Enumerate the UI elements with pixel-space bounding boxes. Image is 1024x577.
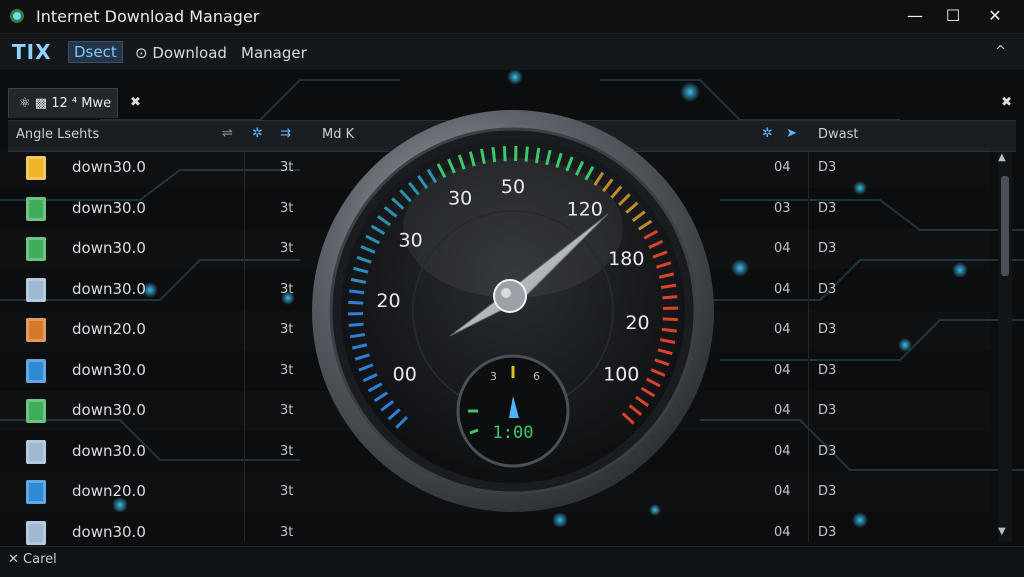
gauge-tick (504, 146, 505, 161)
file-name: down20.0 (72, 320, 146, 338)
sub-dial-label: 6 (533, 370, 540, 383)
gauge-tick (493, 147, 495, 162)
cell-size: 3t (280, 322, 293, 337)
cell-status: 03 (774, 201, 791, 216)
panel-close-icon[interactable]: ✖ (1001, 95, 1012, 110)
maximize-button[interactable]: ☐ (934, 2, 972, 30)
file-icon (26, 440, 46, 464)
cell-type: D3 (818, 241, 836, 256)
file-name: down30.0 (72, 199, 146, 217)
pin-icon[interactable]: ➤ (786, 126, 797, 141)
file-name: down30.0 (72, 442, 146, 460)
cell-type: D3 (818, 201, 836, 216)
minimize-button[interactable]: — (896, 2, 934, 30)
filter-icon[interactable]: ⇉ (280, 126, 291, 141)
digital-readout: 1:00 (493, 423, 534, 443)
tab-downloads[interactable]: ⚛ ▩ 12 ⁴ Mwe (8, 88, 118, 118)
menu-item-download-label: Download (152, 44, 227, 62)
clock-icon: ⊙ (135, 44, 152, 62)
file-icon (26, 318, 46, 342)
app-logo-icon (9, 8, 25, 24)
file-name: down30.0 (72, 361, 146, 379)
gauge-label: 30 (448, 188, 472, 210)
cell-size: 3t (280, 282, 293, 297)
cell-size: 3t (280, 241, 293, 256)
app-logo: TIX (12, 40, 52, 64)
window-title: Internet Download Manager (36, 7, 259, 26)
cell-status: 04 (774, 484, 791, 499)
file-name: down30.0 (72, 523, 146, 541)
gauge-tick (526, 147, 527, 162)
file-icon (26, 197, 46, 221)
cell-status: 04 (774, 282, 791, 297)
cell-type: D3 (818, 160, 836, 175)
sort-icon[interactable]: ⇌ (222, 126, 233, 141)
cell-type: D3 (818, 363, 836, 378)
cell-status: 04 (774, 525, 791, 540)
cell-status: 04 (774, 403, 791, 418)
gauge-tick (663, 319, 678, 320)
settings-icon[interactable]: ✲ (252, 126, 263, 141)
status-bar (0, 546, 1024, 577)
scroll-up-icon[interactable]: ▲ (998, 152, 1006, 163)
menu-item-download[interactable]: ⊙ Download (135, 44, 227, 62)
cell-size: 3t (280, 444, 293, 459)
gear-icon[interactable]: ✲ (762, 126, 773, 141)
file-name: down30.0 (72, 401, 146, 419)
file-name: down30.0 (72, 280, 146, 298)
cell-status: 04 (774, 444, 791, 459)
gauge-label: 00 (393, 364, 417, 386)
file-icon (26, 399, 46, 423)
gauge-tick (662, 297, 677, 298)
column-name[interactable]: Angle Lsehts (16, 127, 99, 142)
cell-type: D3 (818, 484, 836, 499)
cell-size: 3t (280, 525, 293, 540)
cell-type: D3 (818, 403, 836, 418)
sub-dial-label: 3 (490, 370, 497, 383)
cell-type: D3 (818, 322, 836, 337)
file-icon (26, 156, 46, 180)
speed-gauge: 00 20 30 30 50 120 180 20 100 3 6 1:00 (310, 108, 716, 514)
gauge-tick (349, 324, 364, 325)
gauge-label: 20 (376, 290, 400, 312)
cell-size: 3t (280, 363, 293, 378)
scrollbar-thumb[interactable] (1001, 176, 1009, 276)
column-type[interactable]: Dwast (818, 127, 858, 142)
file-name: down20.0 (72, 482, 146, 500)
menu-item-dsect[interactable]: Dsect (68, 41, 123, 63)
file-icon (26, 278, 46, 302)
cell-type: D3 (818, 525, 836, 540)
file-icon (26, 480, 46, 504)
cell-status: 04 (774, 322, 791, 337)
gauge-label: 120 (567, 199, 603, 221)
file-icon (26, 359, 46, 383)
gauge-label: 20 (625, 312, 649, 334)
cell-size: 3t (280, 160, 293, 175)
menu-item-manager[interactable]: Manager (241, 44, 307, 62)
file-name: down30.0 (72, 239, 146, 257)
cell-status: 04 (774, 160, 791, 175)
file-icon (26, 521, 46, 545)
scroll-down-icon[interactable]: ▼ (998, 526, 1006, 537)
gauge-label: 30 (399, 229, 423, 251)
status-text: ✕ Carel (8, 552, 57, 567)
gauge-label: 100 (603, 364, 639, 386)
tab-close-icon[interactable]: ✖ (130, 95, 141, 110)
cell-size: 3t (280, 201, 293, 216)
gauge-tick (662, 329, 677, 331)
gauge-label: 180 (608, 248, 644, 270)
cell-size: 3t (280, 403, 293, 418)
file-name: down30.0 (72, 158, 146, 176)
cell-type: D3 (818, 444, 836, 459)
close-button[interactable]: ✕ (976, 2, 1014, 30)
cell-status: 04 (774, 241, 791, 256)
gauge-tick (348, 302, 363, 303)
cell-status: 04 (774, 363, 791, 378)
file-icon (26, 237, 46, 261)
collapse-icon[interactable]: ^ (995, 44, 1006, 59)
cell-type: D3 (818, 282, 836, 297)
gauge-tick (349, 291, 364, 293)
gauge-label: 50 (501, 176, 525, 198)
cell-size: 3t (280, 484, 293, 499)
